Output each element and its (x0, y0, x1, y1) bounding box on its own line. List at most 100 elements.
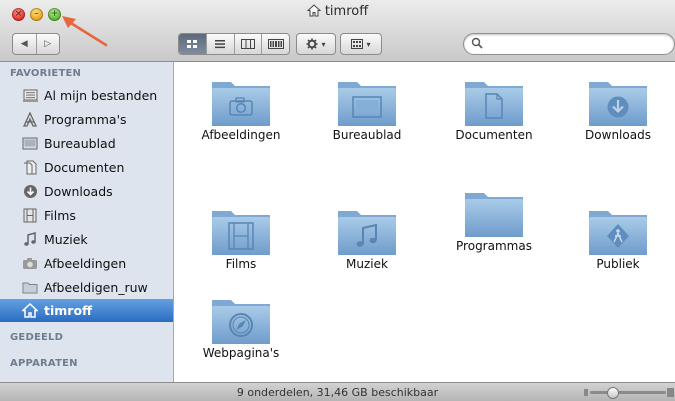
folder-icon (209, 76, 273, 128)
sidebar-header-devices[interactable]: APPARATEN (10, 358, 78, 369)
sidebar: FAVORIETEN Al mijn bestanden Programma's… (0, 62, 174, 382)
folder-item[interactable]: Films (181, 205, 301, 271)
forward-arrow-icon: ▷ (44, 39, 52, 49)
movies-icon (22, 208, 38, 224)
search-icon (471, 37, 483, 49)
back-arrow-icon: ◀ (20, 39, 28, 49)
folder-item[interactable]: Publiek (558, 205, 675, 271)
home-icon (22, 303, 38, 319)
folder-icon (462, 76, 526, 128)
sidebar-item-pictures[interactable]: Afbeeldingen (0, 252, 173, 275)
folder-item[interactable]: Programmas (434, 187, 554, 253)
folder-icon (22, 280, 38, 296)
folder-label: Afbeeldingen (201, 128, 281, 142)
folder-icon (209, 294, 273, 346)
chevron-down-icon: ▾ (321, 39, 326, 49)
sidebar-item-desktop[interactable]: Bureaublad (0, 132, 173, 155)
folder-icon (462, 187, 526, 239)
desktop-icon (22, 136, 38, 152)
public-icon (607, 224, 629, 248)
view-mode-group (178, 33, 290, 55)
music-icon (22, 232, 38, 248)
folder-icon (335, 205, 399, 257)
home-icon (306, 4, 322, 21)
column-view-button[interactable] (233, 34, 262, 54)
annotation-arrow (62, 16, 108, 47)
sidebar-item-raw-pictures[interactable]: Afbeeldigen_ruw (0, 276, 173, 299)
slider-knob[interactable] (607, 387, 619, 399)
sidebar-header-shared[interactable]: GEDEELD (10, 332, 63, 343)
folder-item[interactable]: Muziek (307, 205, 427, 271)
window-title-text: timroff (324, 4, 369, 19)
folder-icon (586, 205, 650, 257)
folder-label: Webpagina's (202, 346, 280, 360)
back-forward-group: ◀ ▷ (12, 33, 60, 55)
downloads-icon (22, 184, 38, 200)
desktop-icon (352, 96, 382, 118)
toolbar: × – + timroff ◀ ▷ ▾ ▾ (0, 0, 675, 62)
folder-icon (586, 76, 650, 128)
folder-label: Muziek (346, 257, 388, 271)
sidebar-item-music[interactable]: Muziek (0, 228, 173, 251)
sidebar-item-label: Documenten (44, 160, 125, 175)
arrange-grid-icon (351, 39, 364, 49)
icon-view-button[interactable] (179, 34, 206, 54)
list-view-button[interactable] (205, 34, 234, 54)
compass-icon (229, 313, 253, 337)
small-icon-size-icon (584, 389, 588, 396)
folder-item[interactable]: Afbeeldingen (181, 76, 301, 142)
folder-item[interactable]: Documenten (434, 76, 554, 142)
action-menu-button[interactable]: ▾ (296, 33, 336, 55)
back-button[interactable]: ◀ (13, 34, 36, 54)
camera-icon (229, 97, 253, 116)
icon-size-slider[interactable] (584, 387, 674, 399)
coverflow-view-button[interactable] (261, 34, 289, 54)
sidebar-item-label: Afbeeldigen_ruw (44, 280, 148, 295)
sidebar-item-downloads[interactable]: Downloads (0, 180, 173, 203)
sidebar-item-label: Bureaublad (44, 136, 116, 151)
sidebar-item-label: Films (44, 208, 76, 223)
folder-item[interactable]: Downloads (558, 76, 675, 142)
sidebar-item-movies[interactable]: Films (0, 204, 173, 227)
folder-item[interactable]: Webpagina's (181, 294, 301, 360)
folder-item[interactable]: Bureaublad (307, 76, 427, 142)
sidebar-item-label: Downloads (44, 184, 113, 199)
folder-label: Programmas (456, 239, 532, 253)
all-files-icon (22, 88, 38, 104)
status-bar: 9 onderdelen, 31,46 GB beschikbaar (0, 382, 675, 401)
folder-icon (335, 76, 399, 128)
sidebar-item-all-my-files[interactable]: Al mijn bestanden (0, 84, 173, 107)
folder-label: Downloads (585, 128, 651, 142)
status-text: 9 onderdelen, 31,46 GB beschikbaar (236, 386, 439, 399)
sidebar-item-home[interactable]: timroff (0, 299, 173, 322)
download-icon (607, 96, 629, 118)
arrange-menu-button[interactable]: ▾ (340, 33, 382, 55)
search-field[interactable] (463, 33, 675, 55)
folder-icon (209, 205, 273, 257)
list-view-icon (215, 40, 226, 49)
sidebar-item-documents[interactable]: Documenten (0, 156, 173, 179)
folder-label: Bureaublad (332, 128, 402, 142)
sidebar-item-label: Afbeeldingen (44, 256, 127, 271)
coverflow-view-icon (267, 39, 284, 49)
sidebar-item-label: Muziek (44, 232, 88, 247)
forward-button[interactable]: ▷ (35, 34, 60, 54)
folder-label: Films (225, 257, 257, 271)
folder-label: Documenten (455, 128, 533, 142)
large-icon-size-icon (667, 388, 674, 397)
chevron-down-icon: ▾ (366, 39, 371, 49)
music-note-icon (356, 223, 377, 247)
sidebar-header-favorites: FAVORIETEN (10, 68, 82, 79)
sidebar-item-applications[interactable]: Programma's (0, 108, 173, 131)
sidebar-item-label: Programma's (44, 112, 127, 127)
film-icon (228, 222, 254, 250)
folder-label: Publiek (596, 257, 640, 271)
sidebar-item-label: Al mijn bestanden (44, 88, 158, 103)
document-icon (485, 93, 503, 119)
applications-icon (22, 112, 38, 128)
icon-view-icon (187, 40, 198, 48)
column-view-icon (240, 39, 255, 49)
gear-icon (306, 38, 318, 50)
sidebar-item-label: timroff (44, 303, 93, 318)
folder-content-area: Afbeeldingen Bureaublad Documenten Downl… (174, 62, 675, 382)
